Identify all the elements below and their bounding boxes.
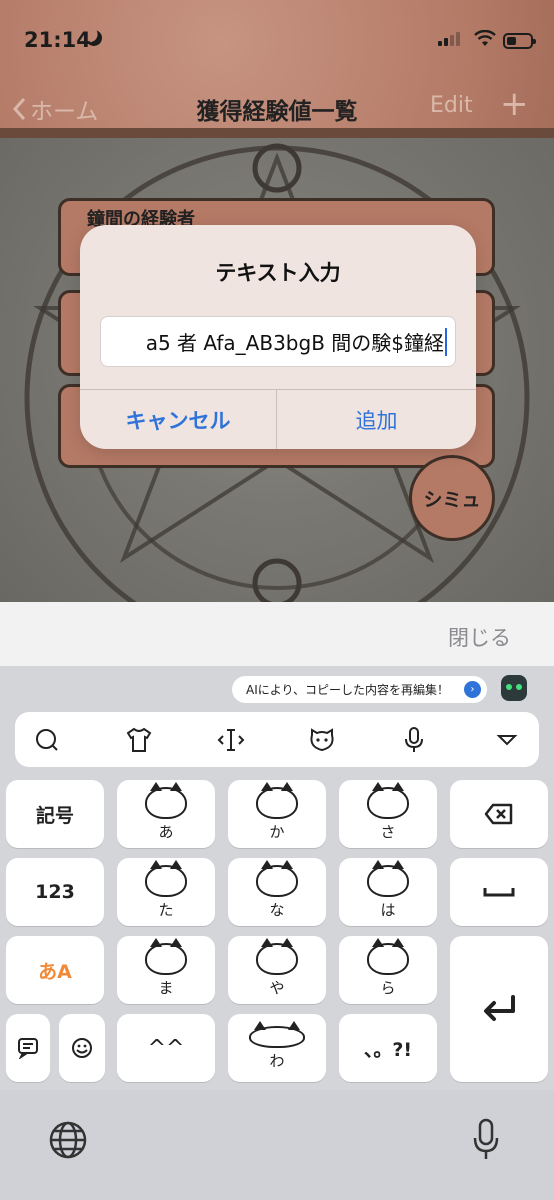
key-a-label: あ bbox=[158, 822, 174, 841]
cat-icon bbox=[256, 937, 298, 975]
key-wa-label: わ bbox=[269, 1051, 285, 1070]
nav-divider bbox=[0, 128, 554, 138]
text-input-dialog: テキスト入力 a5 者 Afa_AB3bgB 間の験$鐘経 キャンセル 追加 bbox=[80, 225, 476, 449]
cursor-move-icon[interactable] bbox=[217, 726, 245, 754]
key-ha-label: は bbox=[380, 900, 396, 919]
key-sa[interactable]: さ bbox=[339, 780, 437, 848]
memo-icon[interactable] bbox=[6, 1014, 50, 1082]
key-a[interactable]: あ bbox=[117, 780, 215, 848]
cat-icon bbox=[256, 781, 298, 819]
return-icon bbox=[484, 995, 515, 1021]
cat-icon bbox=[367, 937, 409, 975]
signal-icon bbox=[438, 32, 460, 46]
space-key[interactable] bbox=[450, 858, 548, 926]
key-ya-label: や bbox=[269, 978, 285, 997]
key-ra[interactable]: ら bbox=[339, 936, 437, 1004]
close-keyboard-button[interactable]: 閉じる bbox=[448, 622, 511, 652]
key-ma-label: ま bbox=[158, 978, 174, 997]
face-icon[interactable] bbox=[308, 726, 336, 754]
collapse-down-icon[interactable] bbox=[493, 726, 521, 754]
key-ta-label: た bbox=[158, 900, 174, 919]
key-na[interactable]: な bbox=[228, 858, 326, 926]
key-ra-label: ら bbox=[380, 978, 396, 997]
key-ka-label: か bbox=[269, 822, 285, 841]
space-icon bbox=[483, 888, 515, 897]
key-wa[interactable]: わ bbox=[228, 1014, 326, 1082]
add-confirm-button[interactable]: 追加 bbox=[277, 390, 476, 449]
face-key[interactable]: ^^ bbox=[117, 1014, 215, 1082]
cat-icon bbox=[367, 859, 409, 897]
key-ha[interactable]: は bbox=[339, 858, 437, 926]
simulate-button[interactable]: シミュ bbox=[409, 455, 495, 541]
chevron-right-icon: › bbox=[464, 681, 481, 698]
key-sa-label: さ bbox=[380, 822, 396, 841]
wifi-icon bbox=[474, 30, 496, 46]
cat-icon bbox=[249, 1020, 305, 1048]
key-ka[interactable]: か bbox=[228, 780, 326, 848]
status-time: 21:14 bbox=[24, 28, 91, 52]
cancel-button[interactable]: キャンセル bbox=[80, 390, 276, 449]
ai-chip-label: AIにより、コピーした内容を再編集！ bbox=[246, 683, 450, 697]
text-caret bbox=[445, 327, 447, 356]
status-and-nav-area: 21:14 ホーム 獲得経験値一覧 Edit + bbox=[0, 0, 554, 138]
input-value: a5 者 Afa_AB3bgB 間の験$鐘経 bbox=[145, 331, 444, 355]
key-ta[interactable]: た bbox=[117, 858, 215, 926]
cat-icon bbox=[145, 781, 187, 819]
ai-suggestion-chip[interactable]: AIにより、コピーした内容を再編集！ › bbox=[232, 676, 487, 703]
edit-button[interactable]: Edit bbox=[430, 93, 473, 118]
search-icon[interactable] bbox=[33, 726, 61, 754]
key-ya[interactable]: や bbox=[228, 936, 326, 1004]
cat-icon bbox=[145, 937, 187, 975]
cat-icon bbox=[256, 859, 298, 897]
dictation-mic-icon[interactable] bbox=[472, 1118, 500, 1162]
text-input[interactable]: a5 者 Afa_AB3bgB 間の験$鐘経 bbox=[100, 316, 456, 367]
cat-icon bbox=[367, 781, 409, 819]
punctuation-key[interactable]: 、。?! bbox=[339, 1014, 437, 1082]
robot-icon[interactable] bbox=[501, 675, 527, 701]
cat-icon bbox=[145, 859, 187, 897]
keyboard-toolbar bbox=[15, 712, 539, 767]
battery-icon bbox=[503, 33, 536, 49]
backspace-key[interactable] bbox=[450, 780, 548, 848]
keyboard-bottom-bar bbox=[0, 1090, 554, 1200]
symbols-key[interactable]: 記号 bbox=[6, 780, 104, 848]
key-ma[interactable]: ま bbox=[117, 936, 215, 1004]
add-button[interactable]: + bbox=[500, 84, 529, 124]
emoji-icon[interactable] bbox=[59, 1014, 105, 1082]
shirt-icon[interactable] bbox=[125, 726, 153, 754]
enter-key[interactable] bbox=[450, 936, 548, 1082]
kana-mode-key[interactable]: あA bbox=[6, 936, 104, 1004]
globe-icon[interactable] bbox=[48, 1120, 88, 1160]
microphone-icon[interactable] bbox=[400, 726, 428, 754]
backspace-icon bbox=[484, 803, 513, 825]
dialog-title: テキスト入力 bbox=[215, 261, 341, 285]
numbers-key[interactable]: 123 bbox=[6, 858, 104, 926]
key-na-label: な bbox=[269, 900, 285, 919]
